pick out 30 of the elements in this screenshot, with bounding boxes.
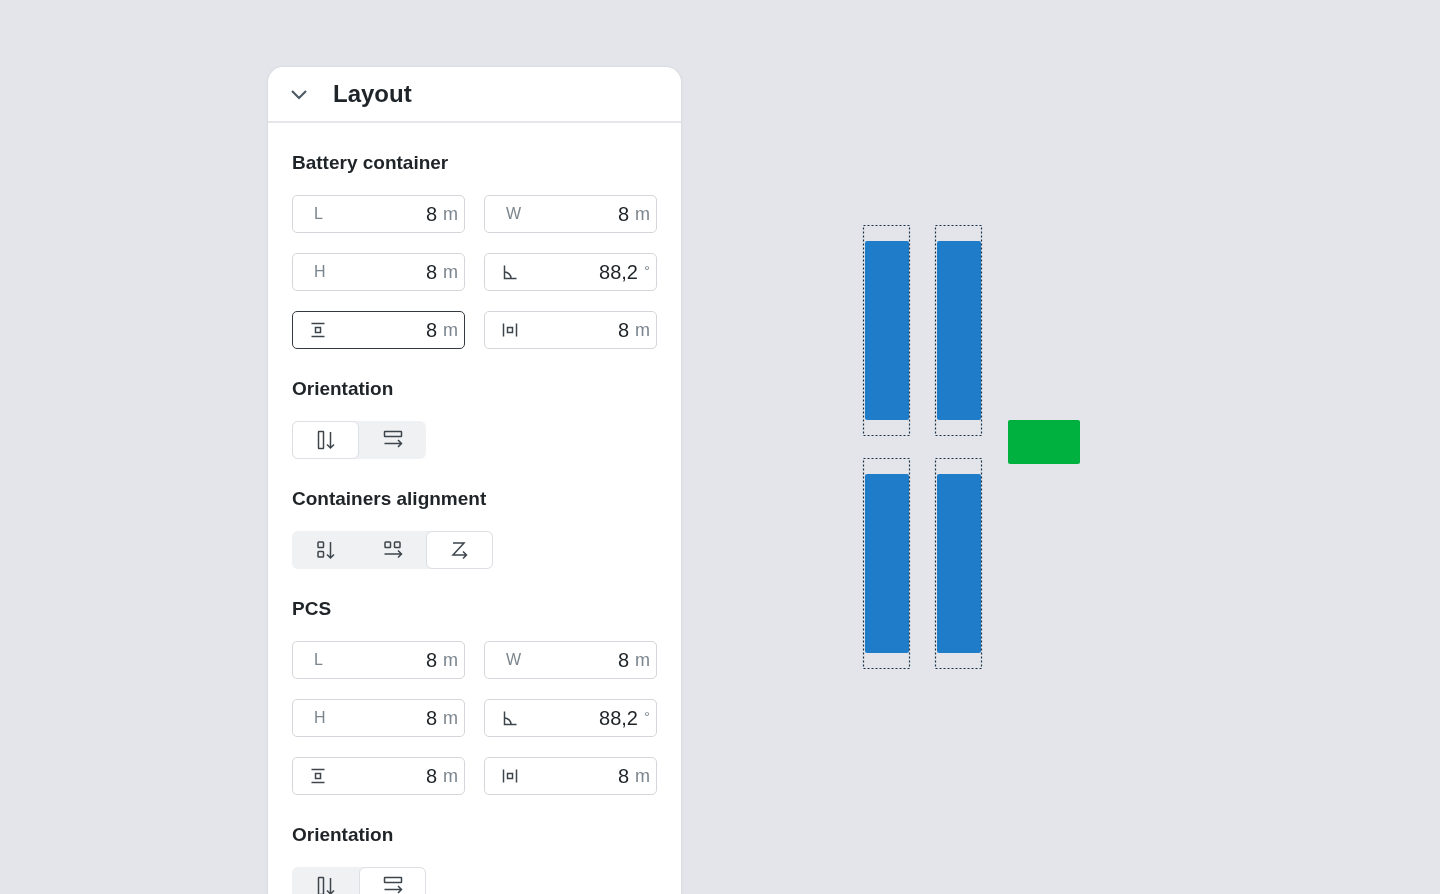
- input-field[interactable]: 8 m: [484, 757, 657, 795]
- input-field[interactable]: 8 m: [292, 757, 465, 795]
- horizontal-stack-icon: [381, 539, 404, 561]
- segment-button[interactable]: [426, 531, 493, 569]
- angle-icon: [502, 264, 518, 280]
- section-heading: Orientation: [292, 823, 394, 847]
- section-heading: Containers alignment: [292, 487, 487, 511]
- input-field[interactable]: 88,2 °: [484, 699, 657, 737]
- input-field[interactable]: 8 m: [292, 311, 465, 349]
- horizontal-orientation-icon: [381, 875, 404, 894]
- vertical-spacing-icon: [310, 322, 326, 338]
- vertical-spacing-icon: [310, 768, 326, 784]
- panel-title: Layout: [333, 80, 412, 108]
- input-field[interactable]: W 8 m: [484, 641, 657, 679]
- segment-button[interactable]: [359, 867, 426, 894]
- input-field[interactable]: H 8 m: [292, 699, 465, 737]
- input-field[interactable]: 88,2 °: [484, 253, 657, 291]
- vertical-stack-icon: [314, 539, 337, 561]
- horizontal-spacing-icon: [502, 768, 518, 784]
- angle-icon: [502, 710, 518, 726]
- input-field[interactable]: L 8 m: [292, 195, 465, 233]
- segment-button[interactable]: [292, 421, 359, 459]
- horizontal-spacing-icon: [502, 322, 518, 338]
- input-field[interactable]: 8 m: [484, 311, 657, 349]
- input-field[interactable]: L 8 m: [292, 641, 465, 679]
- input-field[interactable]: H 8 m: [292, 253, 465, 291]
- section-heading: Battery container: [292, 151, 449, 175]
- section-heading: PCS: [292, 597, 332, 621]
- section-heading: Orientation: [292, 377, 394, 401]
- input-field[interactable]: W 8 m: [484, 195, 657, 233]
